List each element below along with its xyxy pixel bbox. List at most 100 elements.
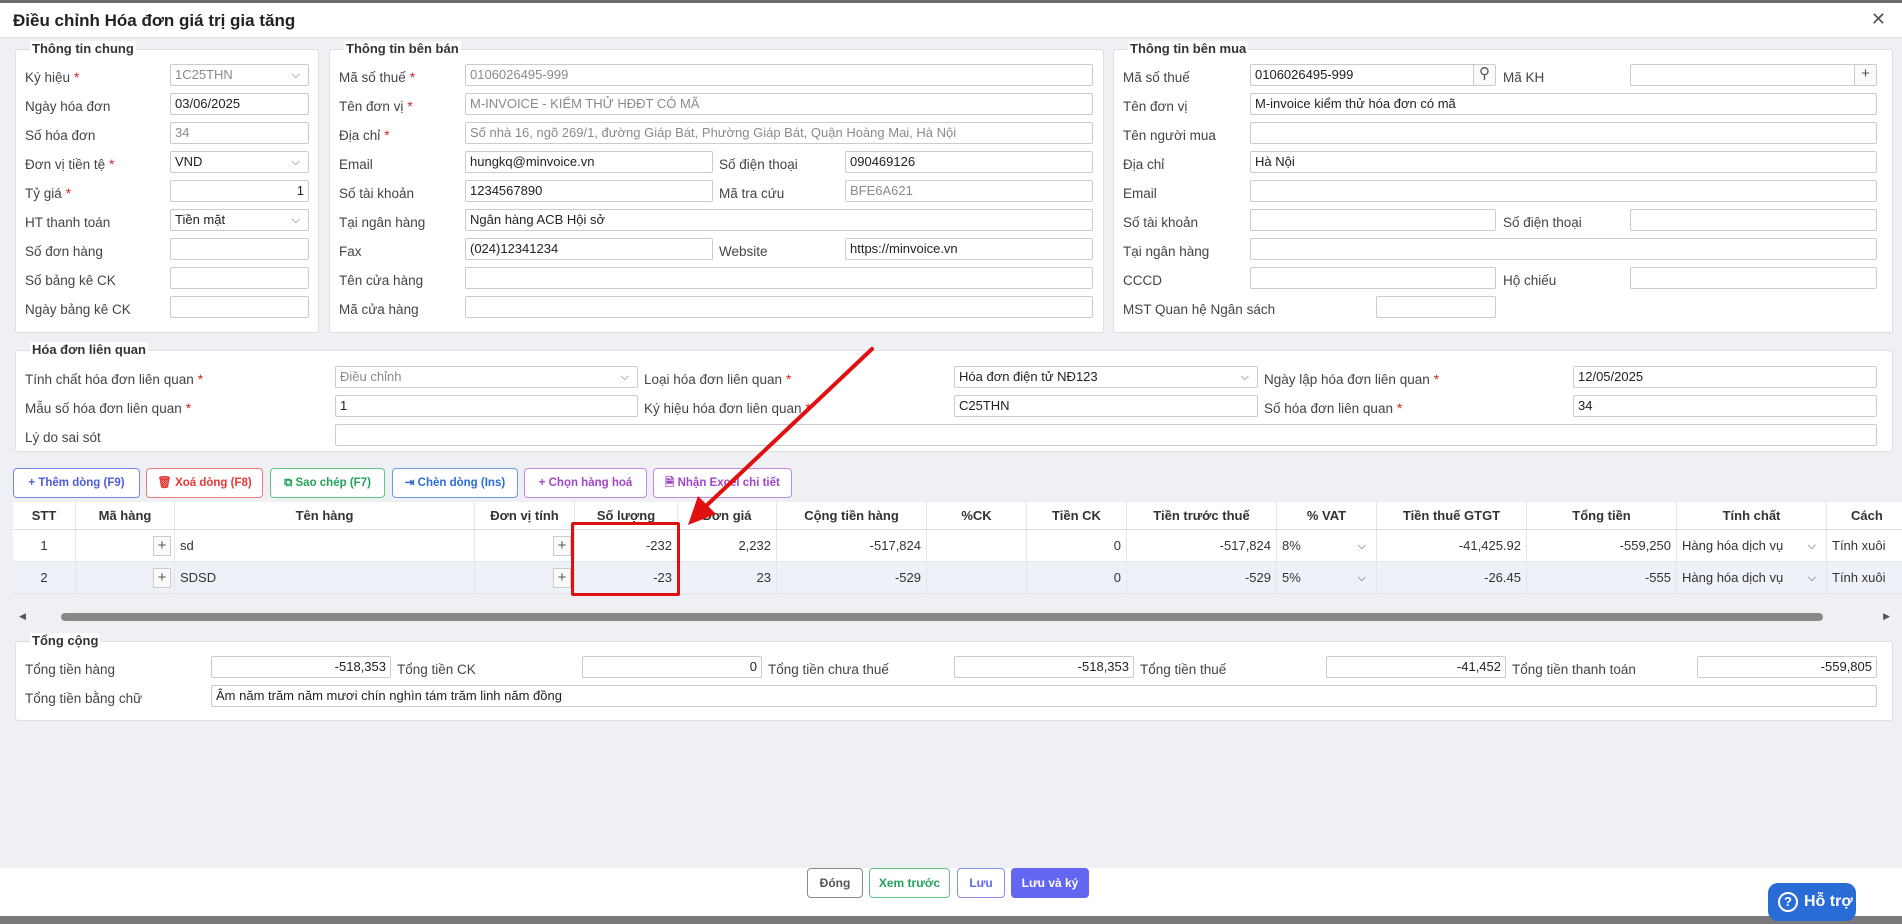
header-code[interactable]: Mã hàng <box>76 502 175 529</box>
seller-account-input[interactable]: 1234567890 <box>465 180 713 202</box>
related-number-input[interactable]: 34 <box>1573 395 1877 417</box>
payment-method-select[interactable]: Tiền mặt ⌵ <box>170 209 309 231</box>
plus-icon[interactable]: + <box>553 568 571 588</box>
row-ck-amount[interactable]: 0 <box>1027 530 1127 561</box>
scrollbar-thumb[interactable] <box>61 613 1823 621</box>
buyer-passport-input[interactable] <box>1630 267 1877 289</box>
table-row[interactable]: 2 + SDSD + -23 23 -529 0 -529 5% ⌵ -26.45… <box>13 562 1902 594</box>
header-unit[interactable]: Đơn vị tính <box>475 502 575 529</box>
choose-goods-button[interactable]: + Chọn hàng hoá <box>524 468 647 498</box>
header-price[interactable]: Đơn giá <box>678 502 777 529</box>
total-payment-input[interactable]: -559,805 <box>1697 656 1877 678</box>
buyer-tax-code-input[interactable]: 0106026495-999 ⚲ <box>1250 64 1496 86</box>
ck-list-date-input[interactable] <box>170 296 309 318</box>
row-price[interactable]: 23 <box>678 562 777 593</box>
preview-button[interactable]: Xem trước <box>869 868 950 898</box>
close-icon[interactable]: ✕ <box>1871 9 1886 30</box>
related-symbol-input[interactable]: C25THN <box>954 395 1258 417</box>
scroll-right-icon[interactable]: ▶ <box>1883 611 1890 622</box>
row-method[interactable]: Tính xuôi <box>1827 530 1902 561</box>
buyer-budget-input[interactable] <box>1376 296 1496 318</box>
header-name[interactable]: Tên hàng <box>175 502 475 529</box>
copy-row-button[interactable]: ⧉ Sao chép (F7) <box>270 468 385 498</box>
table-row[interactable]: 1 + sd + -232 2,232 -517,824 0 -517,824 … <box>13 530 1902 562</box>
header-total[interactable]: Tổng tiền <box>1527 502 1677 529</box>
header-nature[interactable]: Tính chất <box>1677 502 1827 529</box>
delete-row-button[interactable]: 🗑 Xoá dòng (F8) <box>146 468 263 498</box>
ck-list-number-input[interactable] <box>170 267 309 289</box>
seller-email-input[interactable]: hungkq@minvoice.vn <box>465 151 713 173</box>
header-ck-percent[interactable]: %CK <box>927 502 1027 529</box>
buyer-account-input[interactable] <box>1250 209 1496 231</box>
invoice-number-input[interactable]: 34 <box>170 122 309 144</box>
buyer-bank-input[interactable] <box>1250 238 1877 260</box>
header-stt[interactable]: STT <box>13 502 76 529</box>
seller-unit-name-input[interactable]: M-INVOICE - KIỂM THỬ HĐĐT CÓ MÃ <box>465 93 1093 115</box>
row-amount[interactable]: -529 <box>777 562 927 593</box>
header-method[interactable]: Cách <box>1827 502 1902 529</box>
row-pretax[interactable]: -529 <box>1127 562 1277 593</box>
row-method[interactable]: Tính xuôi <box>1827 562 1902 593</box>
plus-icon[interactable]: + <box>153 536 171 556</box>
seller-phone-input[interactable]: 090469126 <box>845 151 1093 173</box>
row-nature-select[interactable]: Hàng hóa dịch vụ ⌵ <box>1677 530 1827 561</box>
row-name[interactable]: sd <box>175 530 475 561</box>
row-vat-amount[interactable]: -41,425.92 <box>1377 530 1527 561</box>
buyer-address-input[interactable]: Hà Nội <box>1250 151 1877 173</box>
currency-select[interactable]: VND ⌵ <box>170 151 309 173</box>
total-goods-input[interactable]: -518,353 <box>211 656 391 678</box>
related-nature-select[interactable]: Điều chỉnh ⌵ <box>335 366 638 388</box>
row-code-cell[interactable]: + <box>76 530 175 561</box>
seller-tax-code-input[interactable]: 0106026495-999 <box>465 64 1093 86</box>
buyer-name-input[interactable] <box>1250 122 1877 144</box>
row-unit-cell[interactable]: + <box>475 530 575 561</box>
related-type-select[interactable]: Hóa đơn điện tử NĐ123 ⌵ <box>954 366 1258 388</box>
add-row-button[interactable]: + Thêm dòng (F9) <box>13 468 140 498</box>
plus-icon[interactable]: + <box>1854 65 1876 85</box>
row-unit-cell[interactable]: + <box>475 562 575 593</box>
total-tax-input[interactable]: -41,452 <box>1326 656 1506 678</box>
seller-bank-input[interactable]: Ngân hàng ACB Hội sở <box>465 209 1093 231</box>
header-vat-amount[interactable]: Tiền thuế GTGT <box>1377 502 1527 529</box>
row-code-cell[interactable]: + <box>76 562 175 593</box>
seller-fax-input[interactable]: (024)12341234 <box>465 238 713 260</box>
buyer-unit-name-input[interactable]: M-invoice kiểm thử hóa đơn có mã <box>1250 93 1877 115</box>
seller-lookup-input[interactable]: BFE6A621 <box>845 180 1093 202</box>
reason-input[interactable] <box>335 424 1877 446</box>
grid-horizontal-scrollbar[interactable]: ◀ ▶ <box>13 610 1892 624</box>
close-button[interactable]: Đóng <box>807 868 863 898</box>
save-and-sign-button[interactable]: Lưu và ký <box>1011 868 1089 898</box>
scroll-left-icon[interactable]: ◀ <box>19 611 26 622</box>
buyer-customer-code-input[interactable]: + <box>1630 64 1877 86</box>
save-button[interactable]: Lưu <box>957 868 1005 898</box>
row-ck-percent[interactable] <box>927 530 1027 561</box>
row-price[interactable]: 2,232 <box>678 530 777 561</box>
seller-store-code-input[interactable] <box>465 296 1093 318</box>
buyer-cccd-input[interactable] <box>1250 267 1496 289</box>
header-ck-amount[interactable]: Tiền CK <box>1027 502 1127 529</box>
insert-row-button[interactable]: ⇥ Chèn dòng (Ins) <box>392 468 518 498</box>
plus-icon[interactable]: + <box>553 536 571 556</box>
search-icon[interactable]: ⚲ <box>1473 65 1495 85</box>
symbol-select[interactable]: 1C25THN ⌵ <box>170 64 309 86</box>
seller-website-input[interactable]: https://minvoice.vn <box>845 238 1093 260</box>
row-vat-select[interactable]: 5% ⌵ <box>1277 562 1377 593</box>
row-total[interactable]: -555 <box>1527 562 1677 593</box>
exchange-rate-input[interactable]: 1 <box>170 180 309 202</box>
header-vat[interactable]: % VAT <box>1277 502 1377 529</box>
total-words-input[interactable]: Âm năm trăm năm mươi chín nghìn tám trăm… <box>211 685 1877 707</box>
row-vat-select[interactable]: 8% ⌵ <box>1277 530 1377 561</box>
row-ck-amount[interactable]: 0 <box>1027 562 1127 593</box>
related-date-input[interactable]: 12/05/2025 <box>1573 366 1877 388</box>
row-amount[interactable]: -517,824 <box>777 530 927 561</box>
header-amount[interactable]: Cộng tiền hàng <box>777 502 927 529</box>
invoice-date-input[interactable]: 03/06/2025 <box>170 93 309 115</box>
order-number-input[interactable] <box>170 238 309 260</box>
seller-store-name-input[interactable] <box>465 267 1093 289</box>
plus-icon[interactable]: + <box>153 568 171 588</box>
total-pretax-input[interactable]: -518,353 <box>954 656 1134 678</box>
buyer-email-input[interactable] <box>1250 180 1877 202</box>
buyer-phone-input[interactable] <box>1630 209 1877 231</box>
row-pretax[interactable]: -517,824 <box>1127 530 1277 561</box>
seller-address-input[interactable]: Số nhà 16, ngõ 269/1, đường Giáp Bát, Ph… <box>465 122 1093 144</box>
